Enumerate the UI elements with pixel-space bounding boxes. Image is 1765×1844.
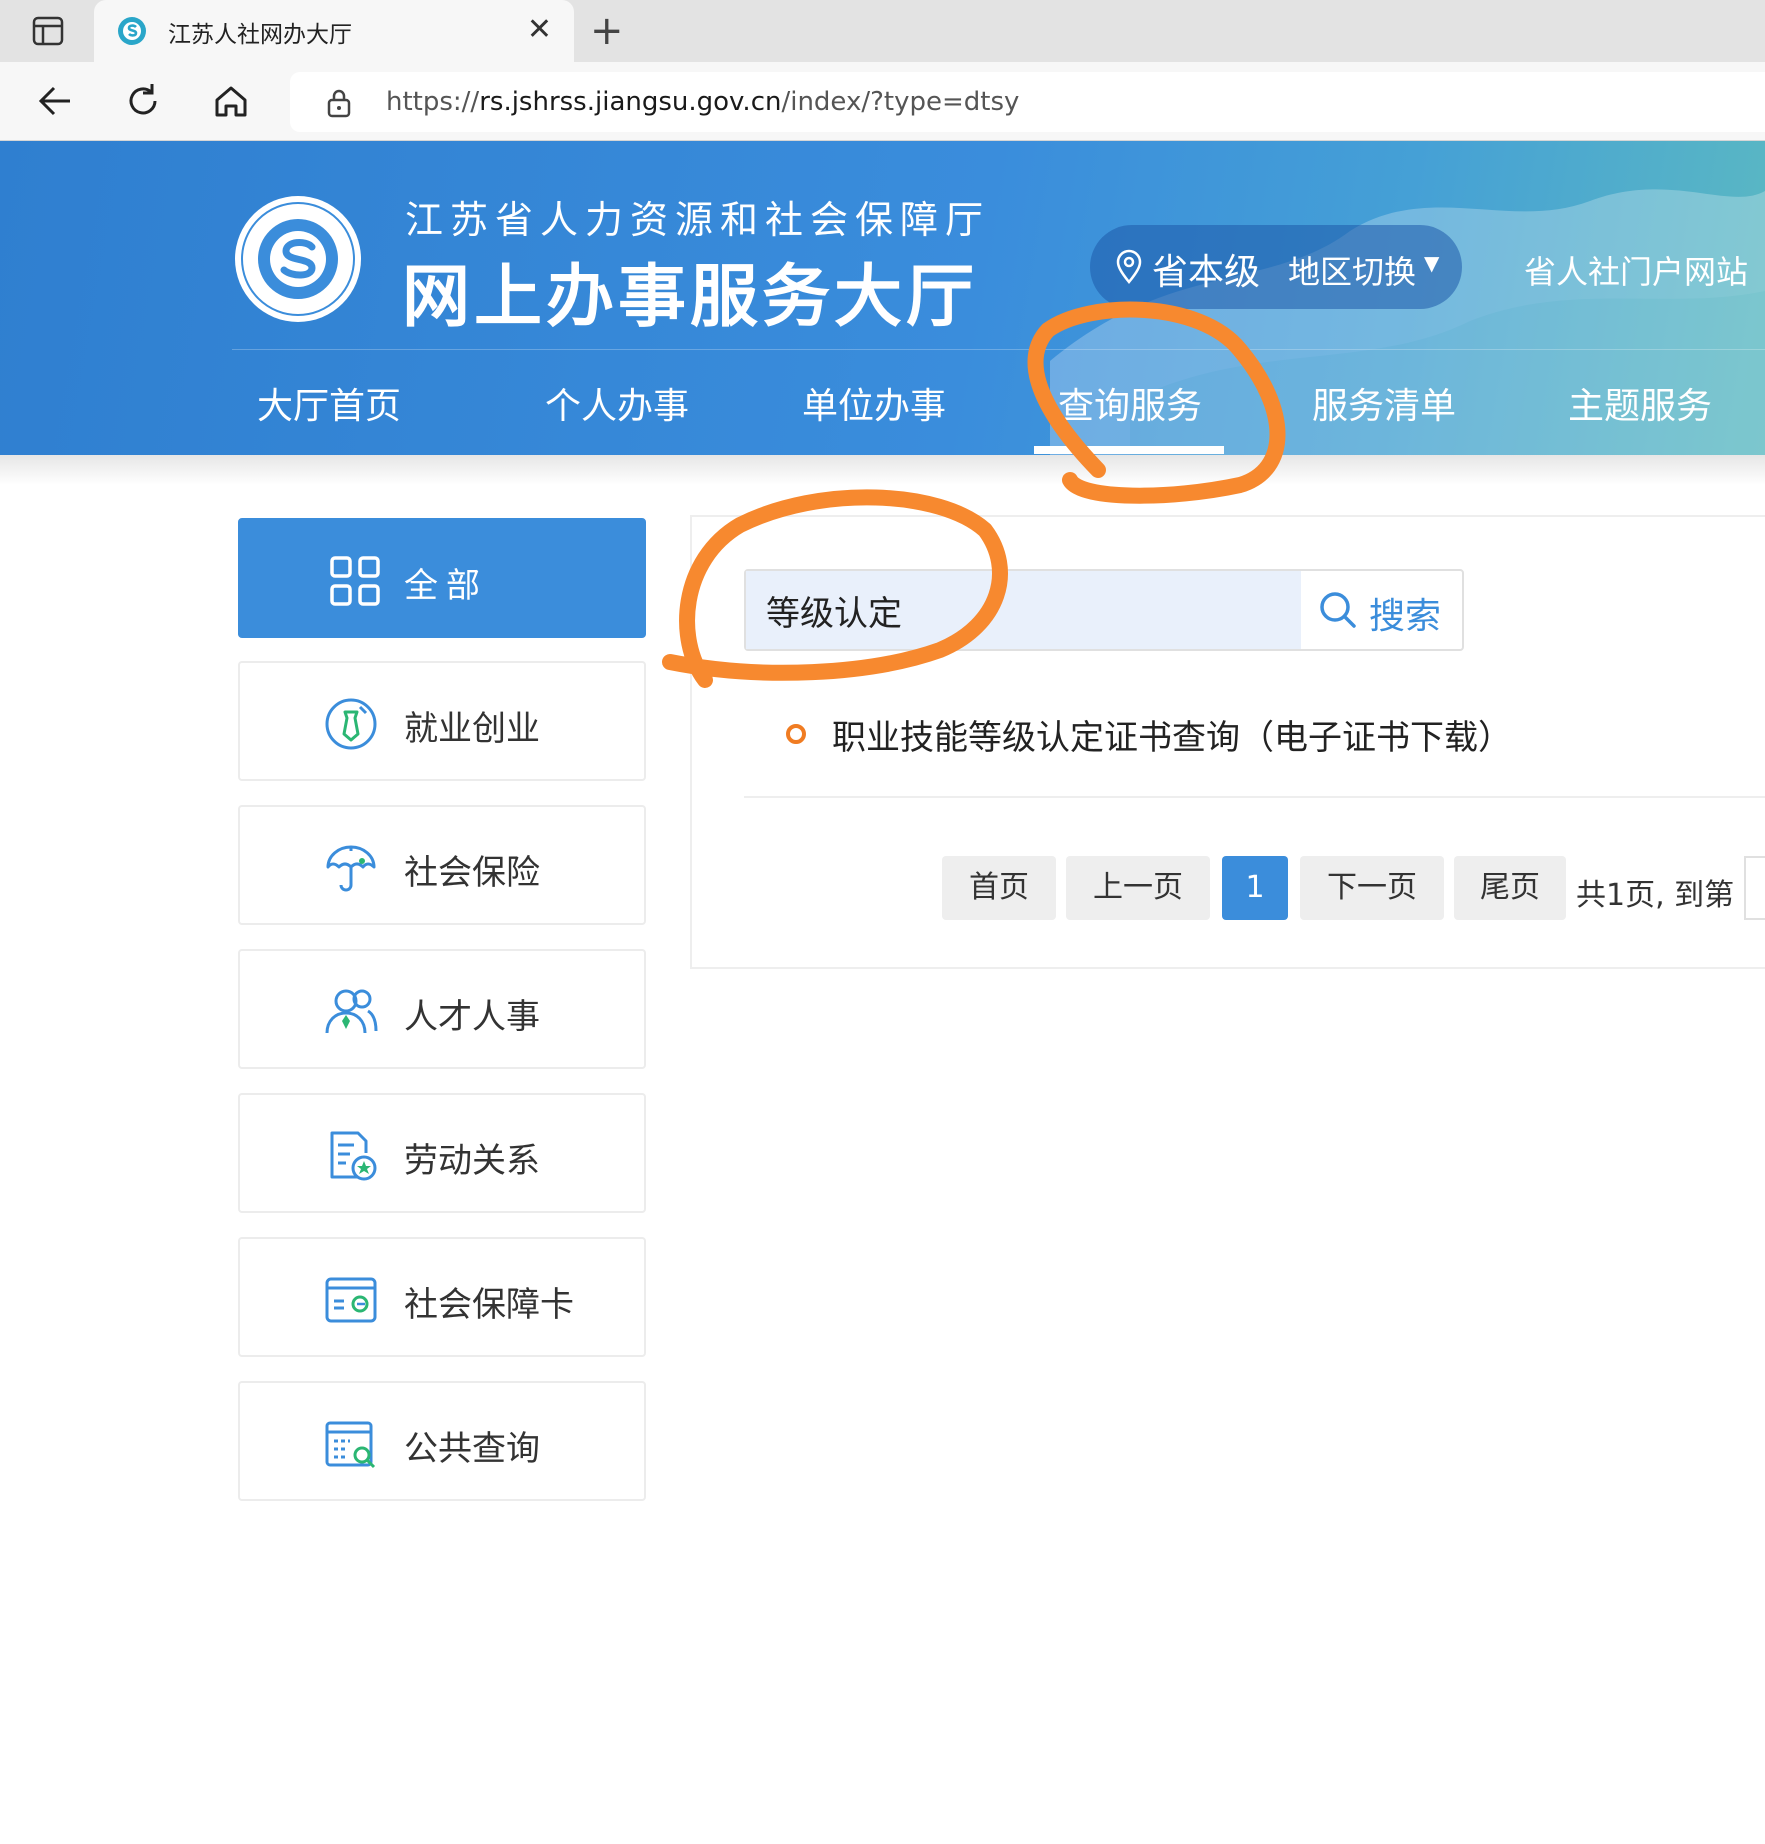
region-selector[interactable]: 省本级 地区切换 ▼: [1090, 225, 1462, 309]
category-label: 全部: [404, 566, 488, 606]
page-jump-input[interactable]: [1744, 856, 1765, 920]
nav-theme-service[interactable]: 主题服务: [1568, 377, 1712, 429]
search-button-label: 搜索: [1369, 596, 1442, 637]
url-text: https://rs.jshrss.jiangsu.gov.cn/index/?…: [386, 87, 1019, 117]
browser-tab-bar: 江苏人社网办大厅 ✕ +: [0, 0, 1765, 62]
category-labor-relations[interactable]: 劳动关系: [238, 1093, 646, 1213]
card-icon: [325, 1277, 377, 1323]
category-talent[interactable]: 人才人事: [238, 949, 646, 1069]
site-subtitle: 江苏省人力资源和社会保障厅: [405, 198, 991, 242]
url-scheme: https://: [386, 87, 480, 117]
new-tab-icon[interactable]: +: [590, 8, 624, 54]
page-prev-button[interactable]: 上一页: [1066, 856, 1210, 920]
nav-hall-home[interactable]: 大厅首页: [257, 377, 401, 429]
page-first-button[interactable]: 首页: [942, 856, 1056, 920]
back-icon[interactable]: [34, 80, 76, 122]
umbrella-icon: [326, 845, 376, 892]
address-bar[interactable]: https://rs.jshrss.jiangsu.gov.cn/index/?…: [290, 72, 1765, 132]
category-all[interactable]: 全部: [238, 518, 646, 638]
search-button[interactable]: 搜索: [1301, 571, 1462, 649]
tab-title: 江苏人社网办大厅: [168, 22, 352, 48]
ministry-logo-icon: [235, 196, 361, 322]
nav-active-indicator: [1034, 446, 1224, 454]
category-social-insurance[interactable]: 社会保险: [238, 805, 646, 925]
category-label: 就业创业: [404, 709, 540, 749]
browser-tab[interactable]: 江苏人社网办大厅 ✕: [94, 0, 574, 62]
region-name: 省本级: [1152, 252, 1261, 293]
category-social-security-card[interactable]: 社会保障卡: [238, 1237, 646, 1357]
page-next-button[interactable]: 下一页: [1300, 856, 1444, 920]
region-switch-button[interactable]: 地区切换: [1288, 247, 1416, 293]
header-divider: [232, 349, 1765, 350]
site-title: 网上办事服务大厅: [402, 258, 979, 337]
employment-icon: [325, 698, 377, 750]
location-pin-icon: [1116, 249, 1142, 284]
page-summary: 共1页, 到第: [1576, 878, 1735, 913]
category-label: 社会保障卡: [404, 1285, 574, 1325]
header-shadow: [0, 455, 1765, 485]
result-bullet-icon: [786, 724, 806, 744]
sidebar-toggle-icon[interactable]: [32, 16, 64, 46]
browser-toolbar: https://rs.jshrss.jiangsu.gov.cn/index/?…: [0, 62, 1765, 141]
site-favicon-icon: [118, 17, 146, 45]
category-label: 社会保险: [404, 853, 540, 893]
category-label: 公共查询: [404, 1429, 540, 1469]
category-public-query[interactable]: 公共查询: [238, 1381, 646, 1501]
portal-link[interactable]: 省人社门户网站: [1524, 247, 1748, 293]
search-icon: [1320, 592, 1356, 628]
nav-company[interactable]: 单位办事: [802, 377, 946, 429]
search-box: 搜索: [744, 569, 1464, 651]
category-label: 人才人事: [404, 997, 540, 1037]
reload-icon[interactable]: [122, 80, 164, 122]
category-label: 劳动关系: [404, 1141, 540, 1181]
url-host: rs.jshrss.jiangsu.gov.cn: [479, 87, 782, 117]
document-star-icon: [330, 1131, 377, 1181]
nav-query-service[interactable]: 查询服务: [1058, 377, 1202, 429]
nav-personal[interactable]: 个人办事: [545, 377, 689, 429]
url-path: /index/?type=dtsy: [781, 87, 1020, 117]
search-input[interactable]: [746, 571, 1301, 649]
result-divider: [744, 796, 1765, 798]
category-employment[interactable]: 就业创业: [238, 661, 646, 781]
site-header: 江苏省人力资源和社会保障厅 网上办事服务大厅 省本级 地区切换 ▼ 省人社门户网…: [0, 141, 1765, 455]
page-current-button[interactable]: 1: [1222, 856, 1288, 920]
caret-down-icon[interactable]: ▼: [1424, 251, 1439, 275]
tab-close-icon[interactable]: ✕: [527, 12, 552, 48]
grid-icon: [330, 556, 380, 606]
home-icon[interactable]: [210, 80, 252, 122]
lock-icon[interactable]: [324, 88, 354, 118]
page-last-button[interactable]: 尾页: [1454, 856, 1566, 920]
people-icon: [325, 989, 378, 1034]
search-document-icon: [325, 1421, 376, 1469]
nav-service-list[interactable]: 服务清单: [1312, 377, 1456, 429]
result-link[interactable]: 职业技能等级认定证书查询（电子证书下载）: [832, 710, 1512, 759]
